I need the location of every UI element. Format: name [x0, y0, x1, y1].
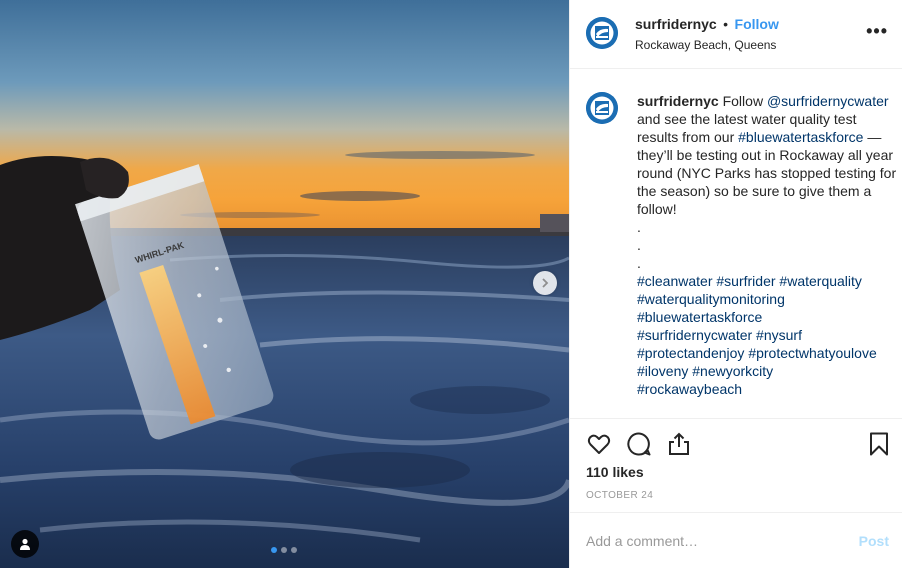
post-location[interactable]: Rockaway Beach, Queens [635, 38, 779, 52]
post-side-panel: surfridernyc • Follow Rockaway Beach, Qu… [569, 0, 902, 568]
share-button[interactable] [666, 431, 692, 457]
comment-bubble-icon [627, 432, 651, 456]
carousel-dot-3 [291, 547, 297, 553]
carousel-dot-2 [281, 547, 287, 553]
surfrider-logo-icon [586, 92, 618, 124]
hashtag-link[interactable]: #bluewatertaskforce [738, 129, 863, 145]
sunset-ocean-photo: WHIRL-PAK [0, 0, 569, 568]
post-photo[interactable]: WHIRL-PAK [0, 0, 569, 568]
bookmark-icon [870, 432, 888, 456]
hashtag-link[interactable]: #iloveny [637, 363, 688, 379]
caption-text: surfridernyc Follow @surfridernycwater a… [637, 92, 897, 398]
mention-link[interactable]: @surfridernycwater [767, 93, 889, 109]
avatar[interactable] [586, 17, 618, 49]
hashtag-link[interactable]: #surfridernycwater [637, 327, 752, 343]
hashtag-link[interactable]: #bluewatertaskforce [637, 309, 762, 325]
chevron-right-icon [542, 278, 549, 288]
comment-form: Post [570, 512, 902, 568]
hashtag-link[interactable]: #surfrider [716, 273, 775, 289]
hashtag-link[interactable]: #rockawaybeach [637, 381, 742, 397]
carousel-dot-1 [271, 547, 277, 553]
user-icon [20, 538, 30, 550]
more-options-button[interactable]: ••• [866, 22, 888, 40]
post-date: OCTOBER 24 [586, 490, 654, 501]
share-icon [669, 432, 689, 455]
caption-area: surfridernyc Follow @surfridernycwater a… [570, 70, 902, 418]
hashtag-link[interactable]: #newyorkcity [692, 363, 773, 379]
post-actions: 110 likes OCTOBER 24 [570, 418, 902, 511]
more-horizontal-icon: ••• [866, 21, 888, 41]
hashtag-link[interactable]: #cleanwater [637, 273, 713, 289]
like-button[interactable] [586, 431, 612, 457]
caption-avatar[interactable] [586, 92, 618, 124]
hashtag-link[interactable]: #protectwhatyoulove [748, 345, 876, 361]
caption-dot: . [637, 255, 641, 271]
like-count[interactable]: 110 likes [586, 464, 644, 480]
carousel-next-button[interactable] [533, 271, 557, 295]
caption-username[interactable]: surfridernyc [637, 93, 719, 109]
hashtag-link[interactable]: #waterquality [779, 273, 862, 289]
hashtag-link[interactable]: #nysurf [756, 327, 802, 343]
carousel-indicator [271, 547, 297, 553]
save-button[interactable] [866, 431, 892, 457]
hashtag-link[interactable]: #waterqualitymonitoring [637, 291, 785, 307]
post-comment-button[interactable]: Post [859, 533, 889, 549]
comment-button[interactable] [626, 431, 652, 457]
separator-dot: • [723, 16, 729, 32]
caption-dot: . [637, 237, 641, 253]
post-header: surfridernyc • Follow Rockaway Beach, Qu… [570, 0, 902, 69]
comment-input[interactable] [586, 531, 836, 551]
caption-dot: . [637, 219, 641, 235]
tagged-users-button[interactable] [11, 530, 39, 558]
surfrider-logo-icon [586, 17, 618, 49]
hashtag-link[interactable]: #protectandenjoy [637, 345, 744, 361]
caption-follow-word: Follow [722, 93, 764, 109]
follow-button[interactable]: Follow [735, 16, 779, 32]
heart-icon [587, 434, 611, 454]
post-username[interactable]: surfridernyc [635, 16, 717, 32]
